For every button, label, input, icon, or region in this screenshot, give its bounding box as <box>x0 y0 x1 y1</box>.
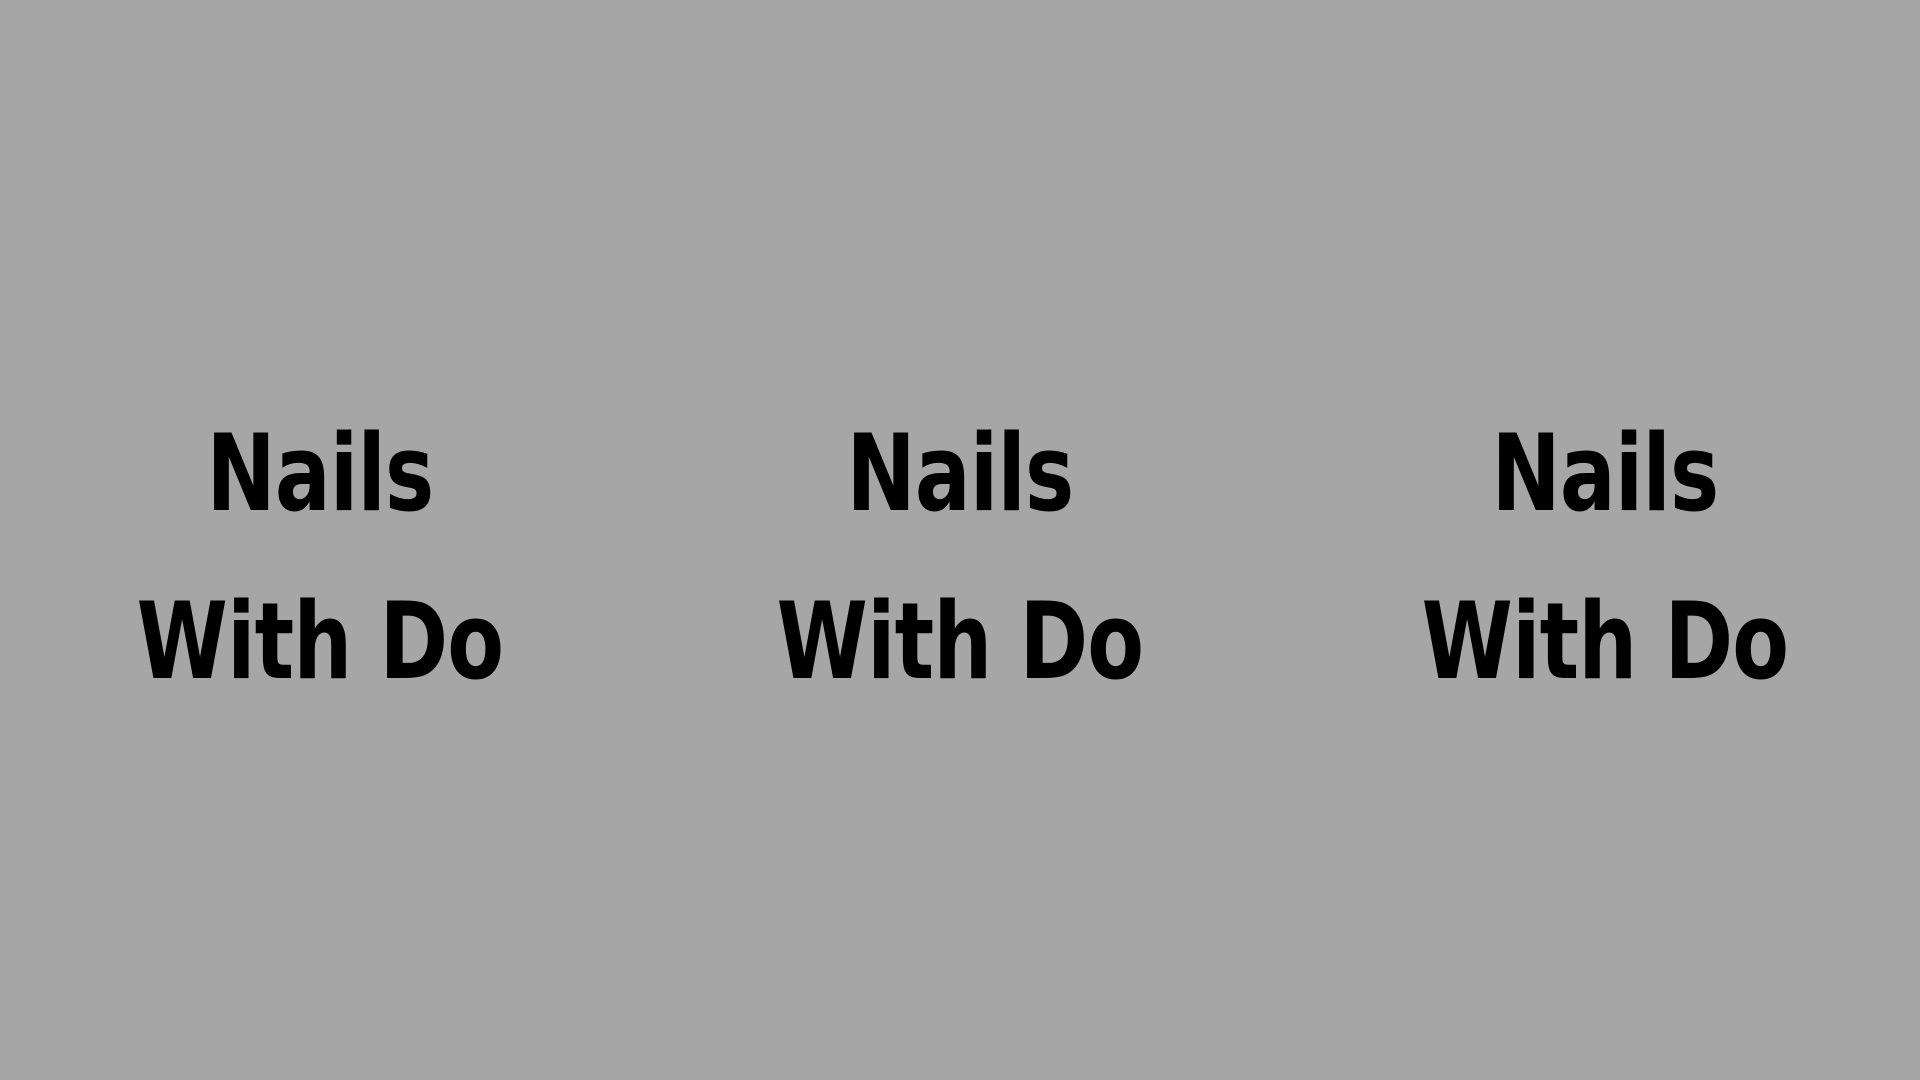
logo-line-with-do: With Do <box>136 580 504 703</box>
logo-line-with-do: With Do <box>1421 580 1789 703</box>
logo-line-nails: Nails <box>1491 412 1719 535</box>
logo-text-block: Nails With Do <box>1355 390 1854 726</box>
logo-text-block: Nails With Do <box>70 390 569 726</box>
logo-text-block: Nails With Do <box>710 390 1209 726</box>
logo-line-nails: Nails <box>206 412 434 535</box>
logo-line-with-do: With Do <box>776 580 1144 703</box>
canvas: Nails With Do Nails With Do Nails With D… <box>0 0 1920 1080</box>
logo-line-nails: Nails <box>846 412 1074 535</box>
